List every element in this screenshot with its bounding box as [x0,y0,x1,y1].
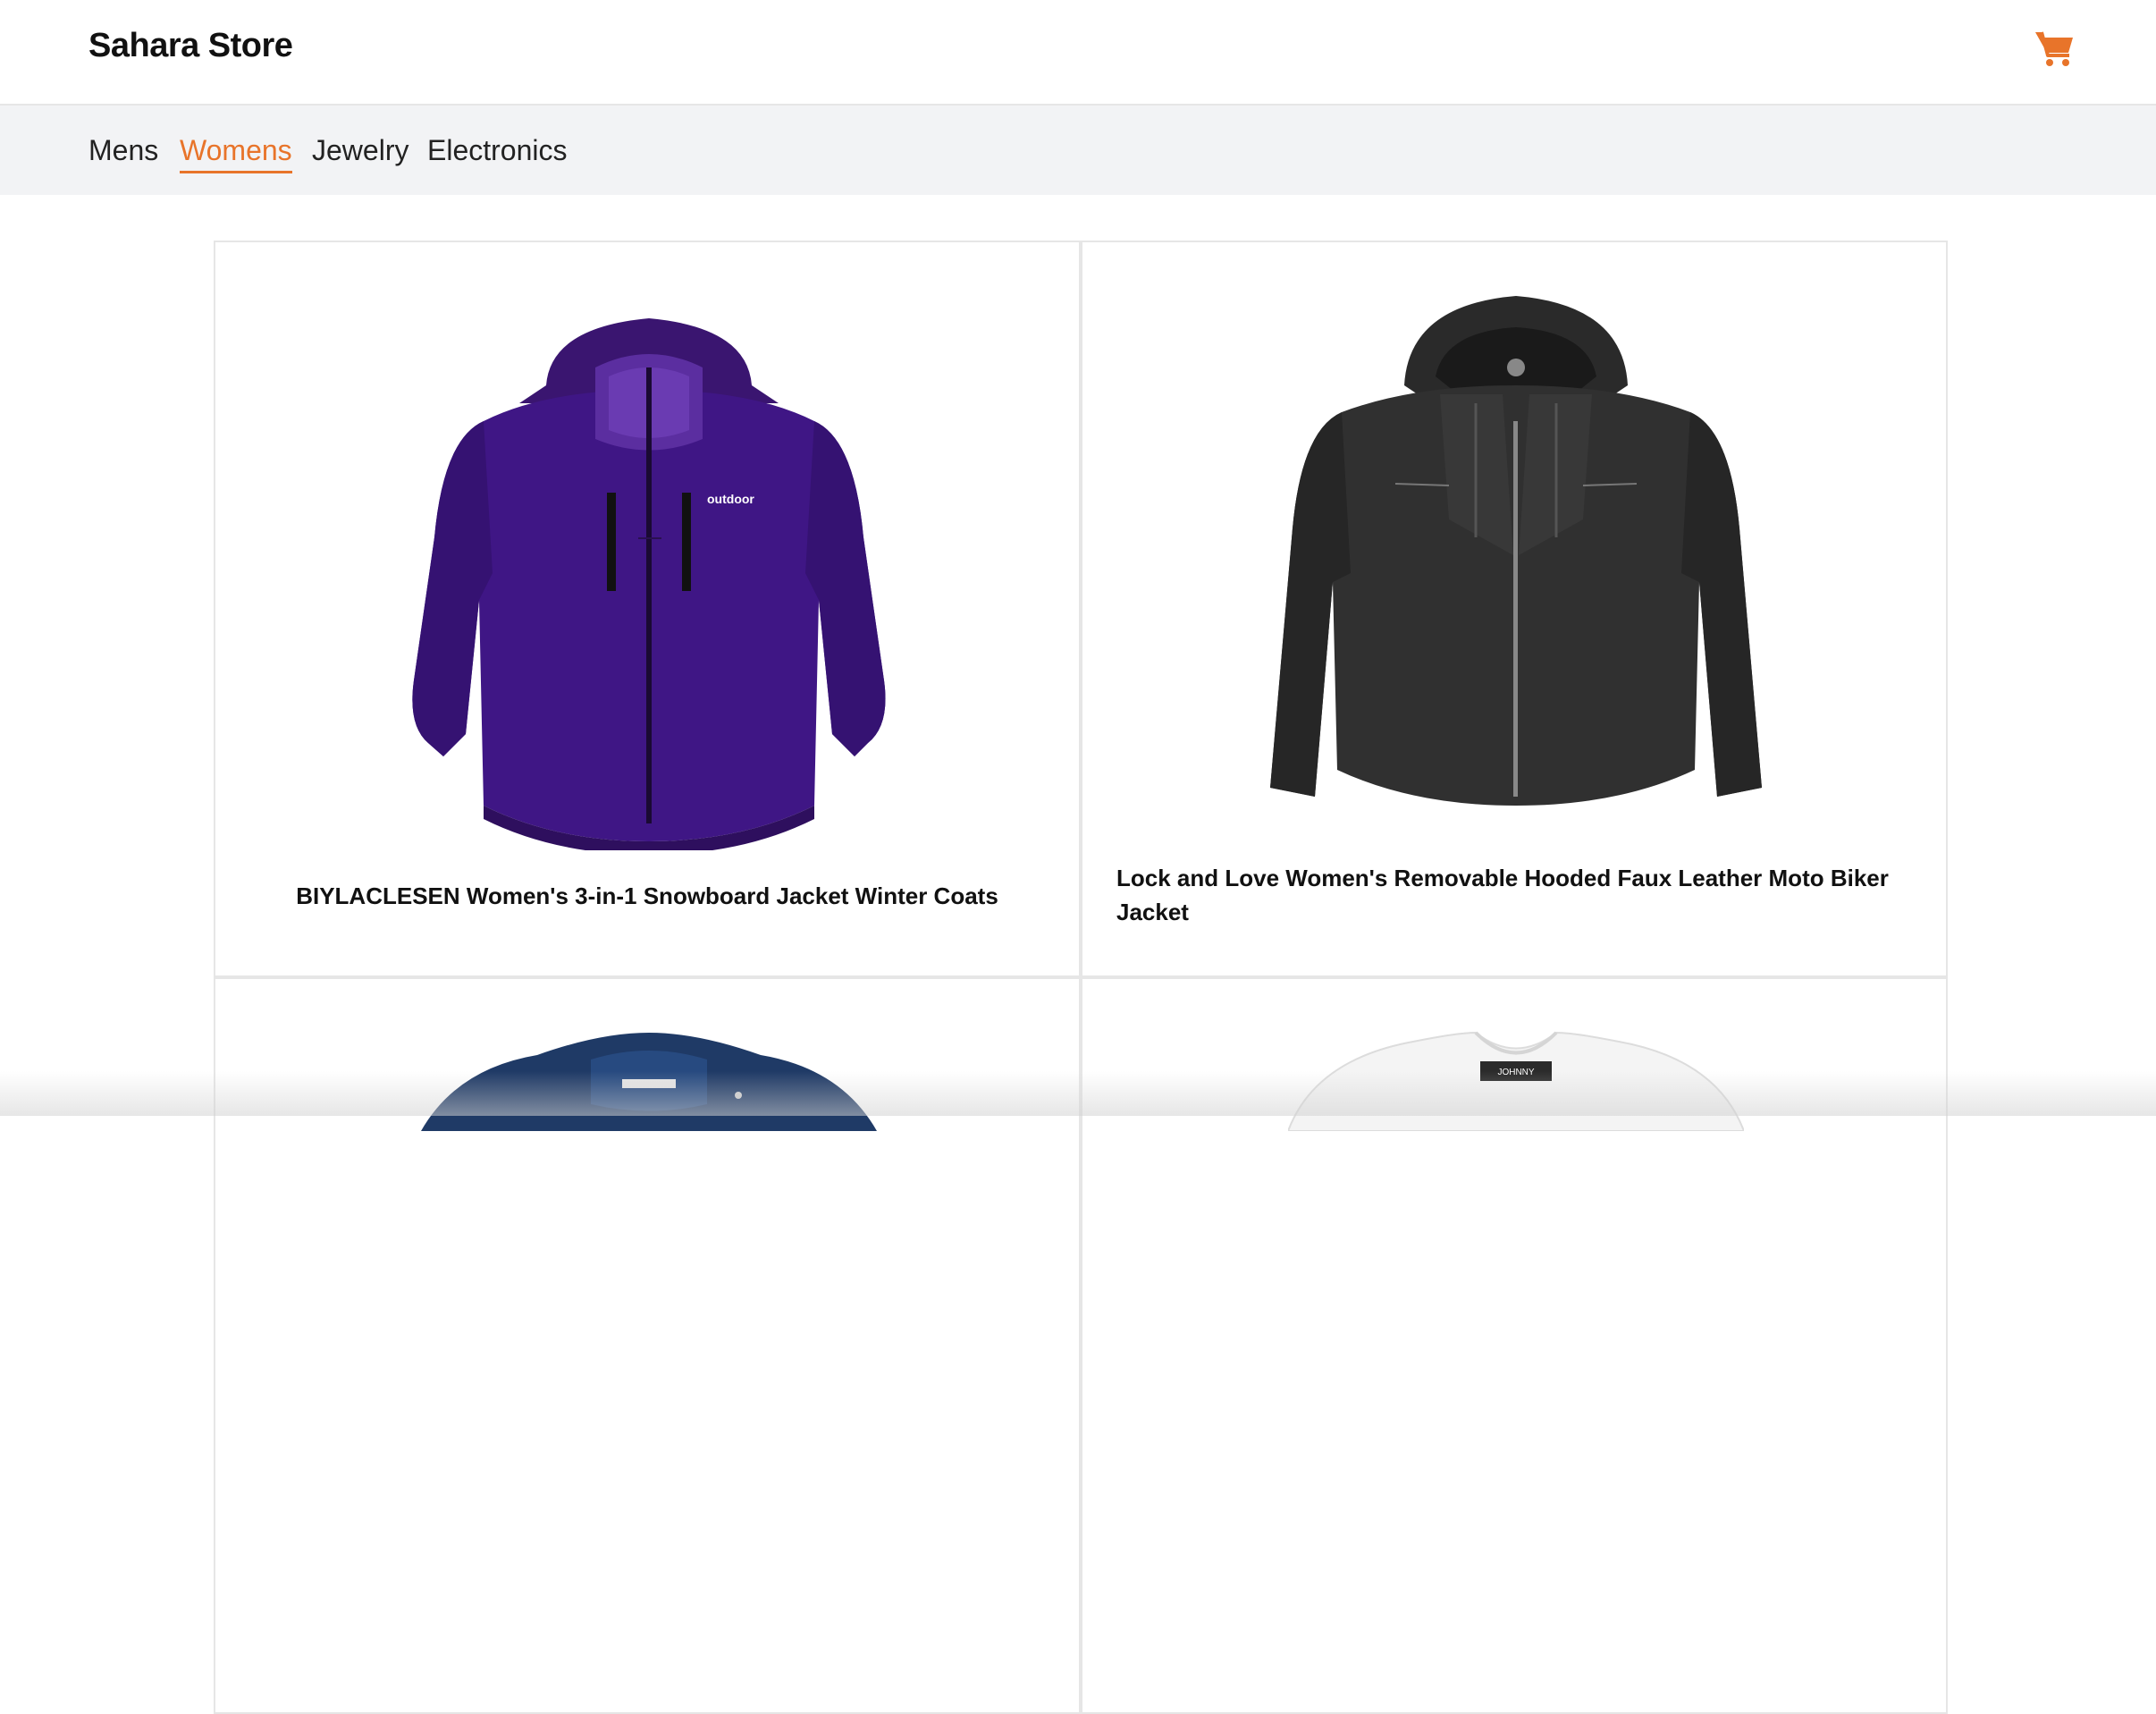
product-title: BIYLACLESEN Women's 3-in-1 Snowboard Jac… [296,882,998,909]
shopping-cart-icon[interactable] [2034,29,2076,68]
product-card[interactable]: Lock and Love Women's Removable Hooded F… [1081,241,1948,977]
navy-jacket-image [421,1033,877,1131]
nav-item-womens[interactable]: Womens [180,134,292,173]
nav-item-jewelry[interactable]: Jewelry [312,134,408,171]
product-title: Lock and Love Women's Removable Hooded F… [1116,865,1889,925]
product-card[interactable] [214,977,1081,1714]
site-header: Sahara Store [0,0,2156,106]
white-top-image: JOHNNY [1288,1031,1744,1131]
store-brand[interactable]: Sahara Store [88,27,293,65]
category-nav: Mens Womens Jewelry Electronics [0,106,2156,195]
nav-item-mens[interactable]: Mens [88,134,158,171]
brand-mark: JOHNNY [1497,1068,1534,1077]
black-leather-jacket-image [1270,296,1762,806]
nav-item-electronics[interactable]: Electronics [427,134,568,171]
product-grid: outdoor BIYLACLESEN Women's 3-in-1 Snowb… [214,241,1950,1714]
brand-mark: outdoor [707,492,754,506]
product-card[interactable]: JOHNNY [1081,977,1948,1714]
product-card[interactable]: outdoor BIYLACLESEN Women's 3-in-1 Snowb… [214,241,1081,977]
purple-jacket-image: outdoor [412,318,886,850]
